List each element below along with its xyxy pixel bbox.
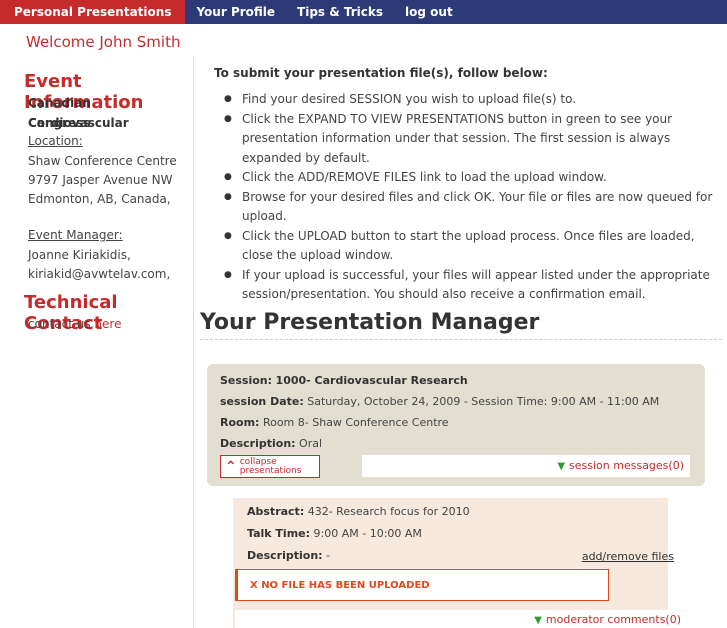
moderator-comments-link[interactable]: ▼ moderator comments(0)	[534, 613, 681, 626]
abstract-label: Abstract:	[247, 505, 305, 518]
location-label: Location:	[28, 134, 83, 148]
session-label: Session:	[220, 374, 273, 387]
welcome-message: Welcome John Smith	[26, 33, 181, 51]
event-manager-label: Event Manager:	[28, 228, 123, 242]
instruction-item: If your upload is successful, your files…	[222, 266, 722, 305]
abstract-description-value: -	[326, 549, 331, 562]
location-line-1: Shaw Conference Centre	[28, 154, 177, 168]
collapse-button-label: collapse presentations	[239, 456, 302, 476]
green-down-arrow-icon: ▼	[534, 615, 542, 626]
title-divider	[200, 339, 722, 340]
tab-personal-presentations[interactable]: Personal Presentations	[0, 0, 186, 24]
session-date-line: session Date: Saturday, October 24, 2009…	[220, 395, 659, 408]
instructions-list: Find your desired SESSION you wish to up…	[222, 90, 722, 305]
tab-tips-tricks[interactable]: Tips & Tricks	[286, 0, 394, 24]
sidebar: Event Information Canadian Cardiovascula…	[0, 56, 194, 628]
talk-time-label: Talk Time:	[247, 527, 311, 540]
session-date-label: session Date:	[220, 395, 304, 408]
abstract-panel: Abstract: 432- Research focus for 2010 T…	[233, 498, 687, 628]
event-manager-name: Joanne Kiriakidis,	[28, 248, 131, 262]
abstract-line: Abstract: 432- Research focus for 2010	[247, 505, 470, 518]
presentation-manager-title: Your Presentation Manager	[200, 310, 540, 335]
session-value: 1000- Cardiovascular Research	[275, 374, 468, 387]
sidebar-divider	[193, 56, 194, 628]
tab-log-out[interactable]: log out	[394, 0, 464, 24]
no-file-message: X NO FILE HAS BEEN UPLOADED	[250, 579, 430, 591]
session-date-value: Saturday, October 24, 2009 - Session Tim…	[307, 395, 660, 408]
event-manager-email: kiriakid@avwtelav.com,	[28, 267, 171, 281]
add-remove-files-link[interactable]: add/remove files	[582, 550, 674, 563]
tab-your-profile[interactable]: Your Profile	[185, 0, 286, 24]
green-down-arrow-icon: ▼	[557, 461, 566, 472]
instructions-title: To submit your presentation file(s), fol…	[214, 66, 548, 80]
talk-time-value: 9:00 AM - 10:00 AM	[313, 527, 422, 540]
contact-prefix: contact us	[28, 317, 91, 331]
chevron-up-icon: ⌃	[225, 458, 237, 475]
session-messages-link[interactable]: ▼ session messages(0)	[557, 459, 684, 472]
session-room-line: Room: Room 8- Shaw Conference Centre	[220, 416, 449, 429]
session-description-line: Description: Oral	[220, 437, 322, 450]
abstract-description-line: Description: -	[247, 549, 330, 562]
contact-line: contact us here	[28, 314, 121, 334]
collapse-presentations-button[interactable]: ⌃ collapse presentations	[220, 455, 320, 478]
session-messages-bar: ▼ session messages(0)	[362, 455, 690, 477]
session-name-line: Session: 1000- Cardiovascular Research	[220, 374, 468, 387]
description-label: Description:	[220, 437, 296, 450]
contact-here-link[interactable]: here	[94, 317, 121, 331]
no-file-alert: X NO FILE HAS BEEN UPLOADED	[235, 569, 609, 601]
instruction-item: Click the ADD/REMOVE FILES link to load …	[222, 168, 722, 188]
instruction-item: Find your desired SESSION you wish to up…	[222, 90, 722, 110]
session-panel: Session: 1000- Cardiovascular Research s…	[207, 364, 705, 486]
instruction-item: Click the UPLOAD button to start the upl…	[222, 227, 722, 266]
room-label: Room:	[220, 416, 260, 429]
location-line-3: Edmonton, AB, Canada,	[28, 192, 171, 206]
instruction-item: Click the EXPAND TO VIEW PRESENTATIONS b…	[222, 110, 722, 169]
abstract-value: 432- Research focus for 2010	[307, 505, 470, 518]
location-line-2: 9797 Jasper Avenue NW	[28, 173, 173, 187]
description-value: Oral	[299, 437, 323, 450]
instruction-item: Browse for your desired files and click …	[222, 188, 722, 227]
event-name-line-2: Congress	[28, 116, 91, 130]
moderator-comments-bar: ▼ moderator comments(0)	[235, 610, 687, 628]
room-value: Room 8- Shaw Conference Centre	[262, 416, 449, 429]
talk-time-line: Talk Time: 9:00 AM - 10:00 AM	[247, 527, 422, 540]
abstract-description-label: Description:	[247, 549, 323, 562]
top-nav: Personal Presentations Your Profile Tips…	[0, 0, 727, 24]
